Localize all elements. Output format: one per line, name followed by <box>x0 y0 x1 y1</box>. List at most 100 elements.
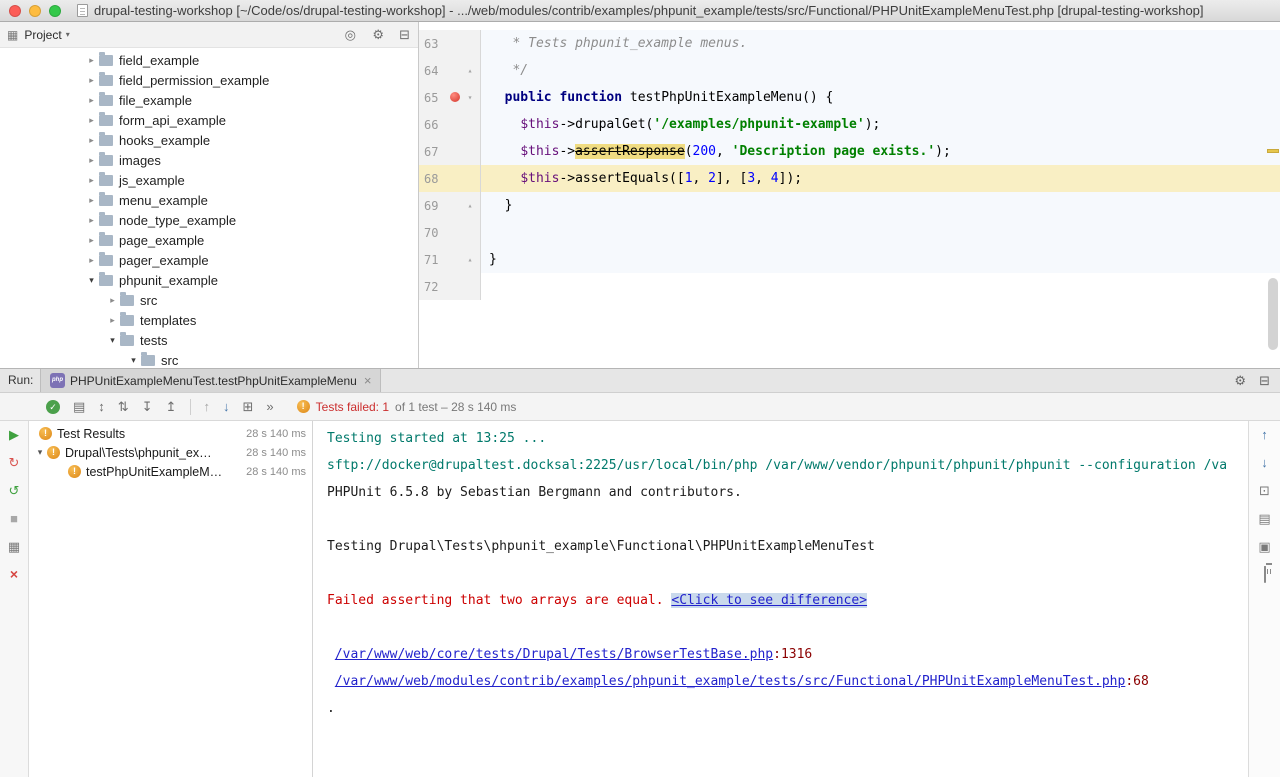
project-tree-item[interactable]: ▾tests <box>0 330 418 350</box>
project-tree-item[interactable]: ▸node_type_example <box>0 210 418 230</box>
locate-file-button[interactable]: ◎ <box>345 27 356 43</box>
chevron-right-icon[interactable]: ▸ <box>84 255 99 266</box>
chevron-down-icon[interactable]: ▾ <box>66 30 70 39</box>
chevron-right-icon[interactable]: ▸ <box>84 235 99 246</box>
hide-panel-button[interactable]: ⊟ <box>1259 369 1270 392</box>
project-tree-item[interactable]: ▾src <box>0 350 418 368</box>
code-line[interactable]: } <box>481 192 1280 219</box>
minimize-window-button[interactable] <box>29 5 41 17</box>
code-line[interactable] <box>481 219 1280 246</box>
chevron-right-icon[interactable]: ▸ <box>84 135 99 146</box>
project-tree-item[interactable]: ▸file_example <box>0 90 418 110</box>
code-line[interactable]: $this->assertResponse(200, 'Description … <box>481 138 1280 165</box>
export-test-results-button[interactable]: ⊡ <box>1259 483 1270 498</box>
clear-console-button[interactable] <box>1264 567 1266 582</box>
scroll-up-button[interactable]: ↑ <box>1261 427 1268 442</box>
project-tree-item[interactable]: ▸hooks_example <box>0 130 418 150</box>
chevron-right-icon[interactable]: ▸ <box>84 195 99 206</box>
sort-alphabetically-button[interactable]: ⇅ <box>118 399 129 415</box>
code-line[interactable]: public function testPhpUnitExampleMenu()… <box>481 84 1280 111</box>
editor-line[interactable]: 69▴ } <box>419 192 1280 219</box>
test-tree-item[interactable]: ▾!Drupal\Tests\phpunit_ex…28 s 140 ms <box>29 443 312 462</box>
stacktrace-link[interactable]: /var/www/web/modules/contrib/examples/ph… <box>335 674 1126 689</box>
toggle-auto-test-button[interactable]: ↺ <box>9 483 20 498</box>
previous-failed-test-button[interactable]: ↑ <box>204 399 211 414</box>
project-tree-item[interactable]: ▸field_permission_example <box>0 70 418 90</box>
collapse-all-button[interactable]: ↥ <box>166 399 177 415</box>
project-tree-item[interactable]: ▸templates <box>0 310 418 330</box>
editor-scrollbar-thumb[interactable] <box>1268 278 1278 350</box>
editor-line[interactable]: 66 $this->drupalGet('/examples/phpunit-e… <box>419 111 1280 138</box>
code-line[interactable] <box>481 273 1280 300</box>
editor-line[interactable]: 71▴} <box>419 246 1280 273</box>
more-options-button[interactable]: » <box>266 399 273 414</box>
editor-line[interactable]: 67 $this->assertResponse(200, 'Descripti… <box>419 138 1280 165</box>
print-button[interactable]: ▣ <box>1258 539 1270 554</box>
zoom-window-button[interactable] <box>49 5 61 17</box>
fold-marker-icon[interactable]: ▾ <box>463 93 477 102</box>
editor-gutter[interactable]: 66 <box>419 111 481 138</box>
code-line[interactable]: } <box>481 246 1280 273</box>
run-tab[interactable]: php PHPUnitExampleMenuTest.testPhpUnitEx… <box>40 369 381 392</box>
chevron-right-icon[interactable]: ▸ <box>84 115 99 126</box>
test-failed-gutter-icon[interactable] <box>450 92 460 102</box>
project-tree-item[interactable]: ▸field_example <box>0 50 418 70</box>
import-test-results-button[interactable]: ⊞ <box>243 399 254 415</box>
project-panel-title[interactable]: Project <box>24 28 61 42</box>
code-line[interactable]: */ <box>481 57 1280 84</box>
editor-gutter[interactable]: 64▴ <box>419 57 481 84</box>
expand-all-button[interactable]: ↧ <box>142 399 153 415</box>
fold-marker-icon[interactable]: ▴ <box>463 201 477 210</box>
restore-layout-button[interactable]: ▦ <box>8 539 20 554</box>
project-tree-item[interactable]: ▾phpunit_example <box>0 270 418 290</box>
editor-gutter[interactable]: 72 <box>419 273 481 300</box>
editor[interactable]: 63 * Tests phpunit_example menus.64▴ */6… <box>419 22 1280 368</box>
chevron-down-icon[interactable]: ▾ <box>84 275 99 286</box>
test-tree-item[interactable]: !Test Results28 s 140 ms <box>29 424 312 443</box>
editor-gutter[interactable]: 69▴ <box>419 192 481 219</box>
editor-gutter[interactable]: 67 <box>419 138 481 165</box>
code-line[interactable]: * Tests phpunit_example menus. <box>481 30 1280 57</box>
project-tree-item[interactable]: ▸page_example <box>0 230 418 250</box>
editor-gutter[interactable]: 70 <box>419 219 481 246</box>
show-ignored-button[interactable]: ▤ <box>73 399 85 415</box>
editor-line[interactable]: 65▾ public function testPhpUnitExampleMe… <box>419 84 1280 111</box>
code-line[interactable]: $this->assertEquals([1, 2], [3, 4]); <box>481 165 1280 192</box>
next-failed-test-button[interactable]: ↓ <box>223 399 230 414</box>
test-console[interactable]: Testing started at 13:25 ...sftp://docke… <box>313 421 1248 777</box>
test-tree-item[interactable]: !testPhpUnitExampleM…28 s 140 ms <box>29 462 312 481</box>
editor-line[interactable]: 64▴ */ <box>419 57 1280 84</box>
chevron-down-icon[interactable]: ▾ <box>33 447 47 458</box>
chevron-right-icon[interactable]: ▸ <box>84 175 99 186</box>
gear-icon[interactable]: ⚙ <box>1234 369 1246 392</box>
close-panel-button[interactable]: × <box>10 567 18 582</box>
chevron-down-icon[interactable]: ▾ <box>126 355 141 366</box>
chevron-down-icon[interactable]: ▾ <box>105 335 120 346</box>
project-tree-item[interactable]: ▸pager_example <box>0 250 418 270</box>
close-tab-icon[interactable]: × <box>364 373 372 388</box>
chevron-right-icon[interactable]: ▸ <box>84 55 99 66</box>
chevron-right-icon[interactable]: ▸ <box>84 75 99 86</box>
sort-by-duration-button[interactable]: ↕ <box>98 399 105 414</box>
editor-gutter[interactable]: 63 <box>419 30 481 57</box>
editor-gutter[interactable]: 71▴ <box>419 246 481 273</box>
soft-wrap-button[interactable]: ▤ <box>1258 511 1270 526</box>
warning-stripe-mark[interactable] <box>1267 149 1279 153</box>
chevron-right-icon[interactable]: ▸ <box>84 215 99 226</box>
editor-line[interactable]: 72 <box>419 273 1280 300</box>
fold-marker-icon[interactable]: ▴ <box>463 255 477 264</box>
editor-gutter[interactable]: 68 <box>419 165 481 192</box>
project-tree-item[interactable]: ▸images <box>0 150 418 170</box>
rerun-failed-tests-button[interactable]: ↻ <box>9 455 20 470</box>
code-line[interactable]: $this->drupalGet('/examples/phpunit-exam… <box>481 111 1280 138</box>
project-tree-item[interactable]: ▸src <box>0 290 418 310</box>
editor-gutter[interactable]: 65▾ <box>419 84 481 111</box>
project-tree-item[interactable]: ▸form_api_example <box>0 110 418 130</box>
stacktrace-link[interactable]: /var/www/web/core/tests/Drupal/Tests/Bro… <box>335 647 773 662</box>
editor-line[interactable]: 68 $this->assertEquals([1, 2], [3, 4]); <box>419 165 1280 192</box>
hide-panel-button[interactable]: ⊟ <box>399 27 410 43</box>
editor-line[interactable]: 70 <box>419 219 1280 246</box>
chevron-right-icon[interactable]: ▸ <box>105 315 120 326</box>
editor-line[interactable]: 63 * Tests phpunit_example menus. <box>419 30 1280 57</box>
rerun-button[interactable]: ▶ <box>9 427 19 442</box>
